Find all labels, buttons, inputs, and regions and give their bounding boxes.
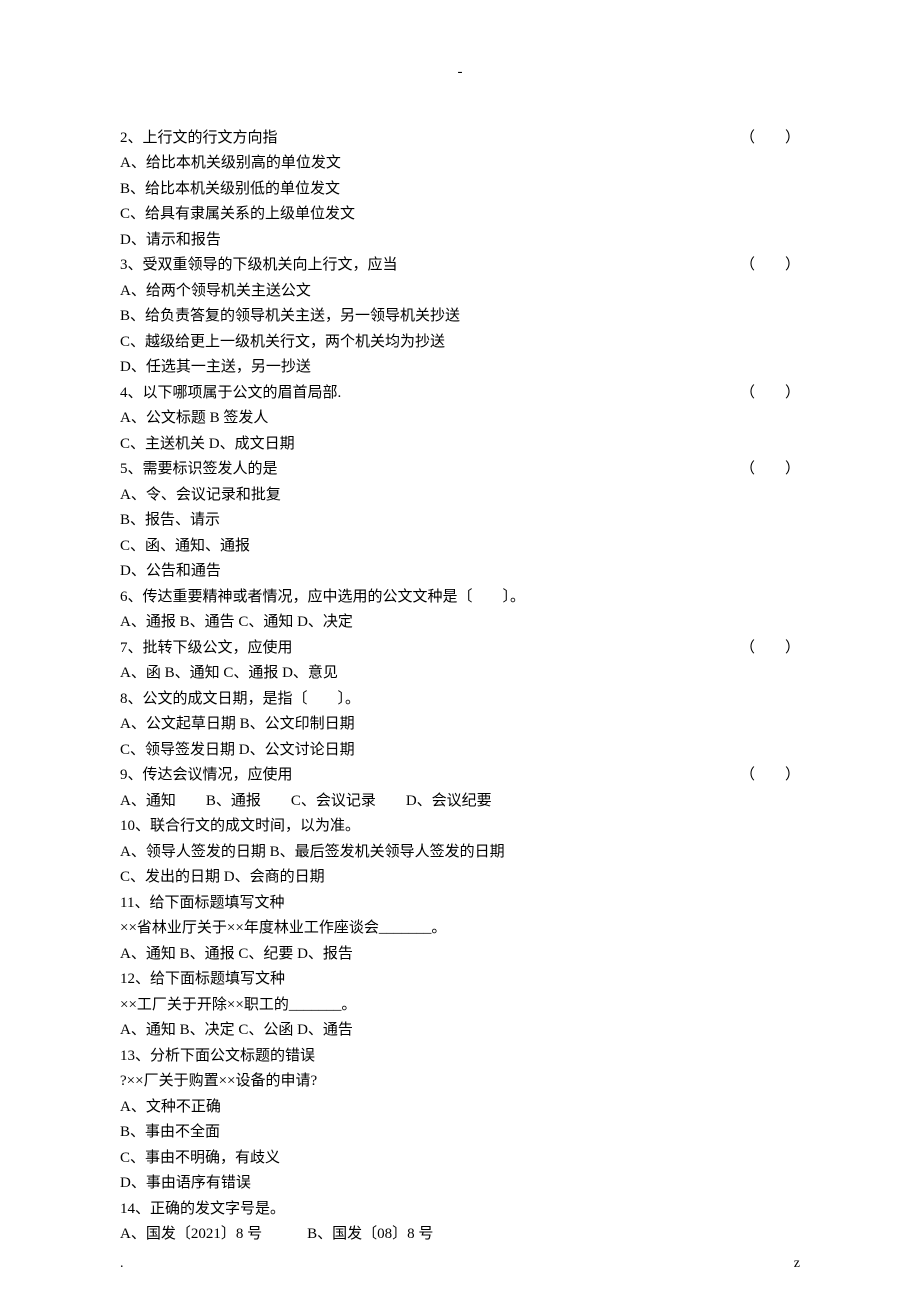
question-text: 6、传达重要精神或者情况，应中选用的公文文种是〔 〕。 <box>120 585 800 611</box>
option-line: B、事由不全面 <box>120 1120 800 1146</box>
question-text: 4、以下哪项属于公文的眉首局部. <box>120 381 720 407</box>
question-text: 2、上行文的行文方向指 <box>120 126 720 152</box>
option-line: A、给比本机关级别高的单位发文 <box>120 151 800 177</box>
question-text: 5、需要标识签发人的是 <box>120 457 720 483</box>
option-line: A、文种不正确 <box>120 1095 800 1121</box>
answer-paren: （ ） <box>720 457 800 483</box>
option-line: B、给负责答复的领导机关主送，另一领导机关抄送 <box>120 304 800 330</box>
answer-paren: （ ） <box>720 381 800 407</box>
option-line: A、通知 B、通报 C、纪要 D、报告 <box>120 942 800 968</box>
option-line: D、请示和报告 <box>120 228 800 254</box>
page-footer: . z <box>120 1252 800 1276</box>
question-text: 11、给下面标题填写文种 <box>120 891 800 917</box>
question-text: 7、批转下级公文，应使用 <box>120 636 720 662</box>
option-line: C、主送机关 D、成文日期 <box>120 432 800 458</box>
question-text: 12、给下面标题填写文种 <box>120 967 800 993</box>
page: - 2、上行文的行文方向指（ ）A、给比本机关级别高的单位发文B、给比本机关级别… <box>0 0 920 1302</box>
option-line: A、给两个领导机关主送公文 <box>120 279 800 305</box>
option-line: A、通报 B、通告 C、通知 D、决定 <box>120 610 800 636</box>
option-line: C、发出的日期 D、会商的日期 <box>120 865 800 891</box>
question-line: 10、联合行文的成文时间，以为准。 <box>120 814 800 840</box>
answer-paren: （ ） <box>720 636 800 662</box>
option-line: A、公文标题 B 签发人 <box>120 406 800 432</box>
option-line: A、通知 B、决定 C、公函 D、通告 <box>120 1018 800 1044</box>
option-line: B、给比本机关级别低的单位发文 <box>120 177 800 203</box>
option-line: A、领导人签发的日期 B、最后签发机关领导人签发的日期 <box>120 840 800 866</box>
option-line: A、令、会议记录和批复 <box>120 483 800 509</box>
option-line: C、给具有隶属关系的上级单位发文 <box>120 202 800 228</box>
option-line: D、公告和通告 <box>120 559 800 585</box>
question-text: 8、公文的成文日期，是指〔 〕。 <box>120 687 800 713</box>
question-line: 14、正确的发文字号是。 <box>120 1197 800 1223</box>
question-text: 3、受双重领导的下级机关向上行文，应当 <box>120 253 720 279</box>
option-line: C、函、通知、通报 <box>120 534 800 560</box>
option-line: ××工厂关于开除××职工的_______。 <box>120 993 800 1019</box>
option-line: C、越级给更上一级机关行文，两个机关均为抄送 <box>120 330 800 356</box>
option-line: ××省林业厅关于××年度林业工作座谈会_______。 <box>120 916 800 942</box>
footer-right: z <box>794 1252 800 1276</box>
option-line: A、公文起草日期 B、公文印制日期 <box>120 712 800 738</box>
question-line: 13、分析下面公文标题的错误 <box>120 1044 800 1070</box>
option-line: C、事由不明确，有歧义 <box>120 1146 800 1172</box>
question-text: 14、正确的发文字号是。 <box>120 1197 800 1223</box>
question-text: 9、传达会议情况，应使用 <box>120 763 720 789</box>
option-line: C、领导签发日期 D、公文讨论日期 <box>120 738 800 764</box>
question-line: 7、批转下级公文，应使用（ ） <box>120 636 800 662</box>
option-line: D、事由语序有错误 <box>120 1171 800 1197</box>
question-line: 3、受双重领导的下级机关向上行文，应当（ ） <box>120 253 800 279</box>
content-area: 2、上行文的行文方向指（ ）A、给比本机关级别高的单位发文B、给比本机关级别低的… <box>120 126 800 1248</box>
question-text: 13、分析下面公文标题的错误 <box>120 1044 800 1070</box>
option-line: ?××厂关于购置××设备的申请? <box>120 1069 800 1095</box>
question-line: 2、上行文的行文方向指（ ） <box>120 126 800 152</box>
answer-paren: （ ） <box>720 763 800 789</box>
option-line: B、报告、请示 <box>120 508 800 534</box>
question-line: 5、需要标识签发人的是（ ） <box>120 457 800 483</box>
question-line: 4、以下哪项属于公文的眉首局部.（ ） <box>120 381 800 407</box>
answer-paren: （ ） <box>720 126 800 152</box>
option-line: D、任选其一主送，另一抄送 <box>120 355 800 381</box>
question-text: 10、联合行文的成文时间，以为准。 <box>120 814 800 840</box>
option-line: A、通知 B、通报 C、会议记录 D、会议纪要 <box>120 789 800 815</box>
question-line: 9、传达会议情况，应使用（ ） <box>120 763 800 789</box>
answer-paren: （ ） <box>720 253 800 279</box>
top-dash: - <box>120 60 800 86</box>
question-line: 6、传达重要精神或者情况，应中选用的公文文种是〔 〕。 <box>120 585 800 611</box>
question-line: 11、给下面标题填写文种 <box>120 891 800 917</box>
option-line: A、国发〔2021〕8 号 B、国发〔08〕8 号 <box>120 1222 800 1248</box>
footer-left: . <box>120 1252 124 1276</box>
option-line: A、函 B、通知 C、通报 D、意见 <box>120 661 800 687</box>
question-line: 8、公文的成文日期，是指〔 〕。 <box>120 687 800 713</box>
question-line: 12、给下面标题填写文种 <box>120 967 800 993</box>
